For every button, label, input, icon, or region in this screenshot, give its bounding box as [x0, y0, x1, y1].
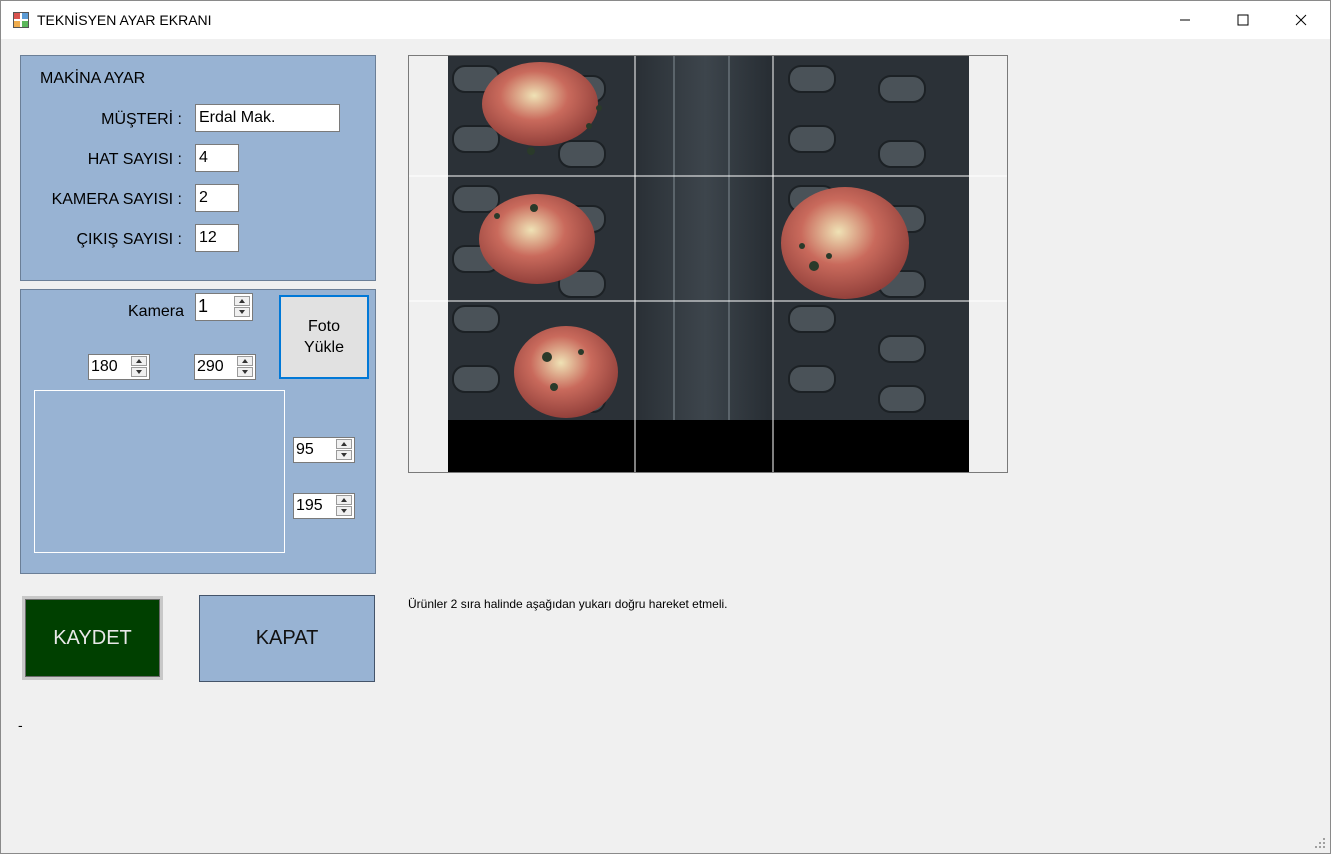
minimize-button[interactable]: [1156, 1, 1214, 39]
chevron-down-icon[interactable]: [234, 307, 250, 317]
roi-height-spin[interactable]: [336, 495, 352, 517]
chevron-up-icon[interactable]: [234, 296, 250, 306]
camera-image: [409, 56, 1007, 472]
chevron-down-icon[interactable]: [131, 367, 147, 377]
resize-grip-icon[interactable]: [1314, 837, 1326, 849]
machine-settings-panel: MAKİNA AYAR MÜŞTERİ : HAT SAYISI : KAMER…: [20, 55, 376, 281]
camera-count-input[interactable]: [195, 184, 239, 212]
roi-preview-box: [34, 390, 285, 553]
roi-y-stepper[interactable]: 290: [194, 354, 256, 380]
roi-x-stepper[interactable]: 180: [88, 354, 150, 380]
camera-label: Kamera: [128, 303, 185, 320]
camera-number-spin[interactable]: [234, 296, 250, 318]
machine-settings-heading: MAKİNA AYAR: [40, 70, 146, 87]
maximize-button[interactable]: [1214, 1, 1272, 39]
minimize-icon: [1180, 19, 1190, 21]
chevron-up-icon[interactable]: [336, 495, 352, 505]
roi-x-value: 180: [91, 358, 118, 375]
close-window-button[interactable]: [1272, 1, 1330, 39]
load-photo-label: Foto Yükle: [303, 318, 345, 356]
chevron-up-icon[interactable]: [237, 356, 253, 366]
title-bar[interactable]: TEKNİSYEN AYAR EKRANI: [1, 1, 1330, 39]
close-button[interactable]: KAPAT: [199, 595, 375, 682]
maximize-icon: [1237, 14, 1249, 26]
chevron-down-icon[interactable]: [336, 506, 352, 516]
save-button[interactable]: KAYDET: [22, 596, 163, 680]
camera-count-label: KAMERA SAYISI :: [51, 191, 182, 208]
window-title: TEKNİSYEN AYAR EKRANI: [37, 12, 212, 28]
save-label: KAYDET: [53, 626, 132, 649]
info-text: Ürünler 2 sıra halinde aşağıdan yukarı d…: [408, 597, 728, 611]
roi-height-value: 195: [296, 497, 323, 514]
camera-image-box: [408, 55, 1008, 473]
load-photo-button[interactable]: Foto Yükle: [279, 295, 369, 379]
line-count-input[interactable]: [195, 144, 239, 172]
chevron-up-icon[interactable]: [131, 356, 147, 366]
roi-width-spin[interactable]: [336, 439, 352, 461]
close-icon: [1295, 14, 1307, 26]
close-label: KAPAT: [255, 627, 319, 649]
camera-number-stepper[interactable]: 1: [195, 293, 253, 321]
output-count-input[interactable]: [195, 224, 239, 252]
roi-width-stepper[interactable]: 95: [293, 437, 355, 463]
chevron-up-icon[interactable]: [336, 439, 352, 449]
customer-label: MÜŞTERİ :: [101, 111, 182, 128]
roi-width-value: 95: [296, 441, 314, 458]
camera-settings-panel: Kamera 1 Foto Yükle 180 290 95 195: [20, 289, 376, 574]
chevron-down-icon[interactable]: [237, 367, 253, 377]
customer-input[interactable]: [195, 104, 340, 132]
roi-height-stepper[interactable]: 195: [293, 493, 355, 519]
roi-x-spin[interactable]: [131, 356, 147, 378]
line-count-label: HAT SAYISI :: [87, 151, 182, 168]
roi-y-value: 290: [197, 358, 224, 375]
footer-text: -: [18, 717, 23, 733]
settings-window: TEKNİSYEN AYAR EKRANI MAKİNA AYAR MÜŞTER…: [0, 0, 1331, 854]
chevron-down-icon[interactable]: [336, 450, 352, 460]
output-count-label: ÇIKIŞ SAYISI :: [76, 231, 182, 248]
app-icon: [13, 12, 29, 28]
roi-y-spin[interactable]: [237, 356, 253, 378]
camera-number-value: 1: [198, 296, 209, 316]
